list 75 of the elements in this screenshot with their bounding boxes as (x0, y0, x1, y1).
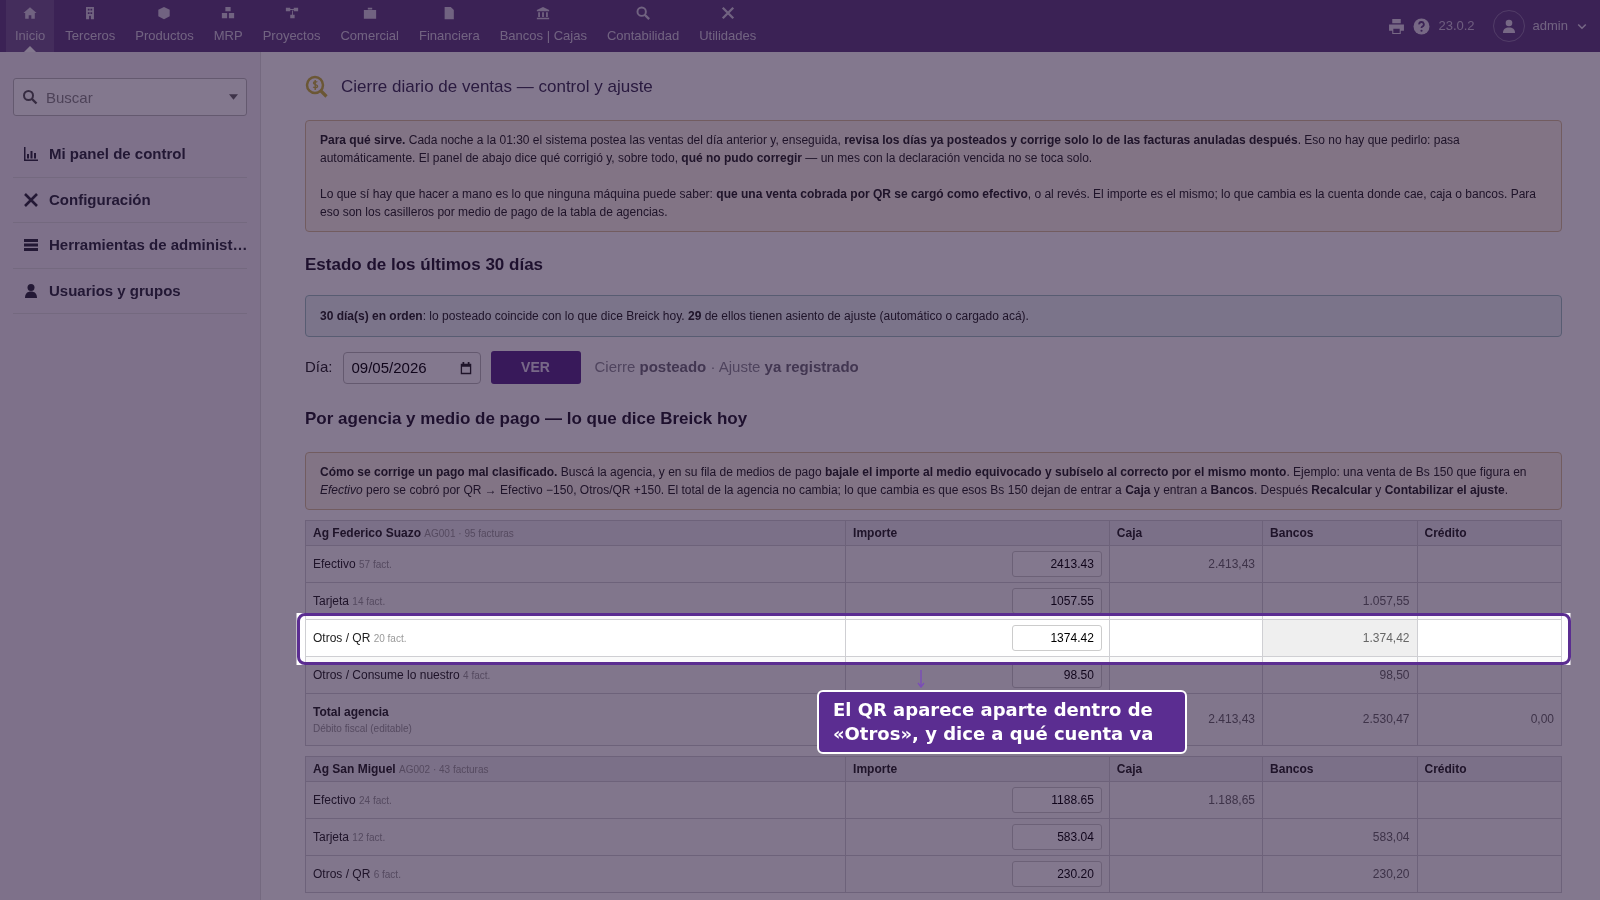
chart-icon (23, 146, 39, 163)
version-text: 23.0.2 (1438, 17, 1475, 36)
nav-tab[interactable]: Proyectos (253, 0, 330, 52)
server-icon (23, 237, 39, 254)
payment-method: Tarjeta (313, 829, 351, 844)
payment-method: Otros / Consume lo nuestro (313, 667, 461, 682)
help-box: Cómo se corrige un pago mal clasificado. Buscá la agencia, y en su fila de medios de pago bajale el importe al medio equivocado y subíselo al correcto por el mismo monto. Ejemplo: una venta de Bs 150 que figura en Efectivo pero se cobró por QR → Efectivo −150, Otros/QR +150. El total de la agencia no cambia; lo que cambia es que esos Bs 150 dejan de entrar a Caja y entran a Bancos. Después Recalcular y Contabilizar el ajuste. (305, 451, 1562, 510)
section-heading: Por agencia y medio de pago — lo que dice Breick hoy (305, 408, 749, 430)
home-icon (23, 6, 38, 21)
arrow-icon (916, 670, 925, 688)
column-header: Caja (1109, 520, 1263, 545)
nav-tab[interactable]: Utilidades (690, 0, 766, 52)
amount-field[interactable]: 2413.43 (1011, 550, 1102, 577)
day-label: Día: (305, 357, 333, 378)
amount-field[interactable]: 583.04 (1011, 823, 1102, 850)
column-header: Crédito (1417, 520, 1562, 545)
payment-method: Efectivo (313, 792, 357, 807)
table-cell: 0,00 (1417, 693, 1562, 745)
box-icon (157, 6, 172, 21)
sidebar-item[interactable]: Configuración (13, 177, 247, 223)
sidebar-item[interactable]: Herramientas de administ… (13, 223, 247, 269)
table-cell: 1.188,65 (1109, 781, 1263, 818)
calendar-icon[interactable] (458, 360, 473, 375)
agency-name: Ag Federico Suazo (313, 525, 423, 540)
payment-method: Tarjeta (313, 593, 351, 608)
user-icon (23, 282, 39, 299)
table-cell: 583,04 (1262, 818, 1418, 855)
nav-tab[interactable]: Comercial (331, 0, 408, 52)
amount-field[interactable]: 230.20 (1011, 860, 1102, 887)
view-button[interactable]: VER (490, 351, 581, 384)
nav-tab[interactable]: MRP (204, 0, 252, 52)
search-icon (636, 6, 651, 21)
date-field[interactable]: 09/05/2026 (342, 351, 481, 384)
sidebar-item[interactable]: Mi panel de control (13, 132, 247, 178)
table-cell: 2.530,47 (1262, 693, 1418, 745)
column-header: Bancos (1262, 520, 1418, 545)
nav-tab[interactable]: Financiera (410, 0, 489, 52)
coin-search-icon (305, 74, 329, 99)
payment-method: Otros / QR (313, 630, 372, 645)
section-heading: Estado de los últimos 30 días (305, 253, 545, 276)
printer-icon[interactable] (1388, 17, 1406, 35)
sidebar-item[interactable]: Usuarios y grupos (13, 268, 247, 314)
callout-text: El QR aparece aparte dentro de «Otros», y dice a qué cuenta va (816, 690, 1187, 754)
dropdown-caret-icon (229, 94, 238, 100)
nav-tab[interactable]: Terceros (56, 0, 125, 52)
nav-tab[interactable]: Productos (126, 0, 203, 52)
nav-tab[interactable]: Bancos | Cajas (490, 0, 596, 52)
table-cell: 1.374,42 (1262, 619, 1418, 656)
nav-tab[interactable]: Contabilidad (597, 0, 689, 52)
briefcase-icon (362, 6, 377, 21)
column-header: Bancos (1262, 756, 1418, 781)
paragraph: Lo que sí hay que hacer a mano es lo que ninguna máquina puede saber: que una venta cobrada por QR se cargó como efectivo, o al revés. El importe es el mismo; lo que cambia es la cuenta donde cae, caja o bancos. Para eso son los casilleros por medio de pago de la tabla de agencias. (320, 185, 1537, 221)
invoice-count: 20 fact. (373, 632, 407, 644)
column-header: Importe (845, 756, 1110, 781)
search-icon (22, 89, 38, 105)
bank-icon (536, 6, 551, 21)
column-header: Importe (845, 520, 1110, 545)
user-name[interactable]: admin (1532, 16, 1568, 36)
document-icon (442, 6, 457, 21)
amount-field[interactable]: 1374.42 (1011, 624, 1102, 651)
agency-name: Ag San Miguel (313, 761, 397, 776)
payment-method: Efectivo (313, 556, 357, 571)
column-header: Crédito (1417, 756, 1562, 781)
status-message: 30 día(s) en orden: lo posteado coincide con lo que dice Breick hoy. 29 de ellos tienen asiento de ajuste (automático o cargado acá). (305, 295, 1562, 337)
help-icon[interactable] (1413, 17, 1431, 35)
table-cell: 230,20 (1262, 855, 1418, 892)
amount-field[interactable]: 1057.55 (1011, 587, 1102, 614)
table-cell: 2.413,43 (1109, 545, 1263, 582)
payment-method: Otros / QR (313, 866, 372, 881)
paragraph: Para qué sirve. Cada noche a la 01:30 el sistema postea las ventas del día anterior y, enseguida, revisa los días ya posteados y corrige solo lo de las facturas anuladas después. Eso no hay que pedirlo: pasa automáticamente. El panel de abajo dice qué corrigió y, sobre todo, qué no pudo corregir — un mes con la declaración vencida no se toca solo. (320, 131, 1461, 167)
amount-field[interactable]: 1188.65 (1011, 786, 1102, 813)
diagram-icon (284, 6, 299, 21)
column-header: Caja (1109, 756, 1263, 781)
boxes-icon (221, 6, 236, 21)
page-title: Cierre diario de ventas — control y ajuste (341, 76, 653, 98)
